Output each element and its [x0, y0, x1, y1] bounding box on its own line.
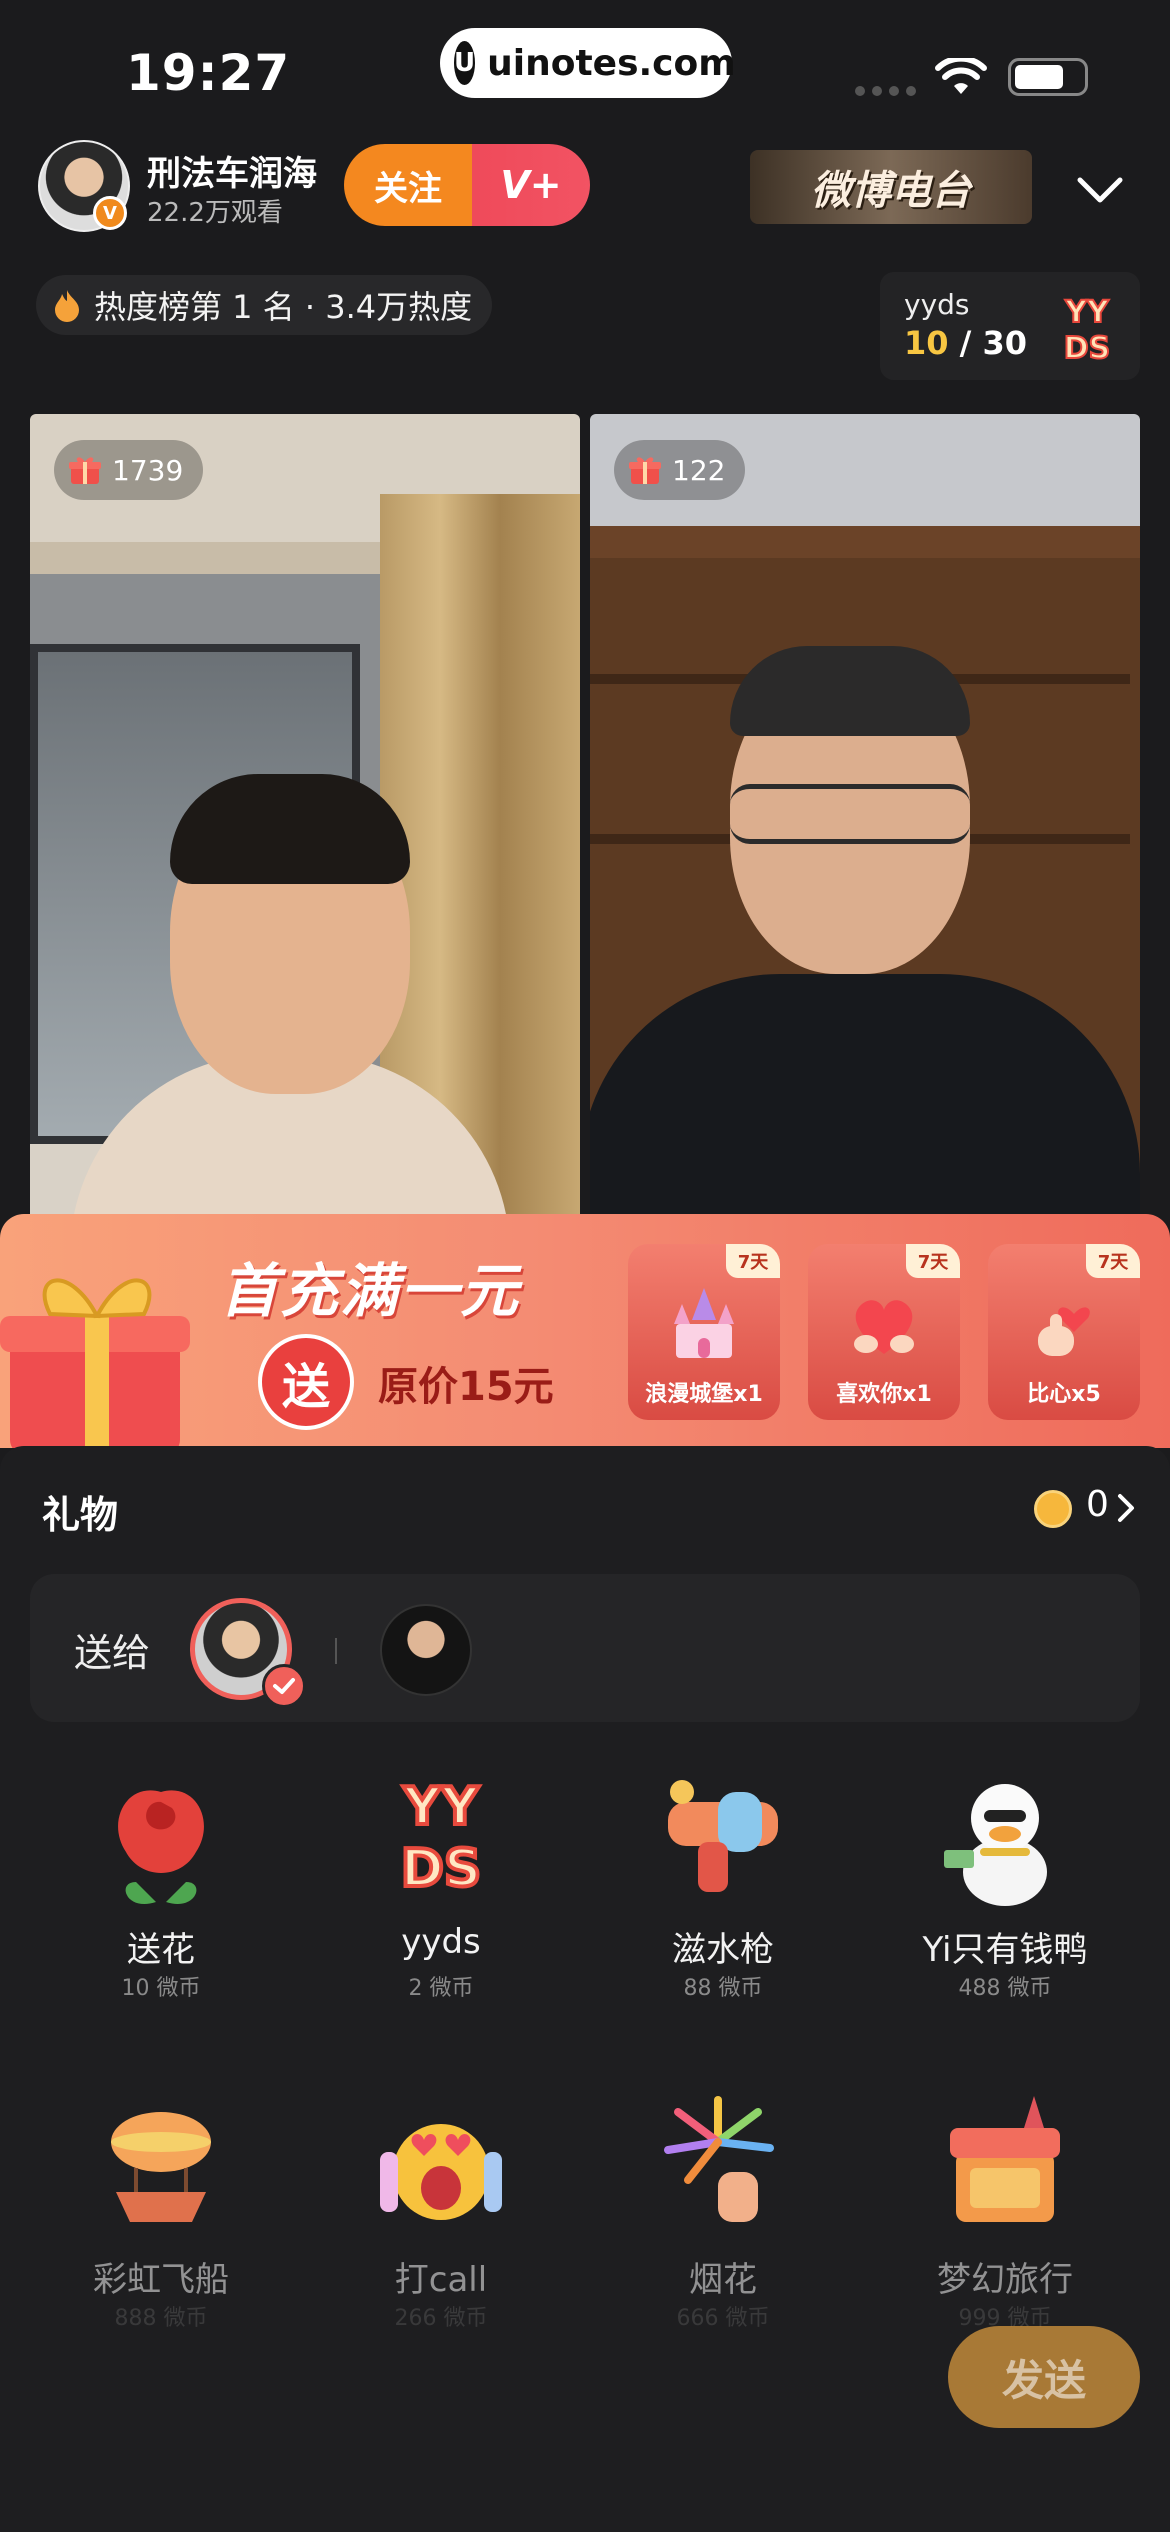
video-panel-guest[interactable]: 122 — [590, 414, 1140, 1214]
first-recharge-banner[interactable]: 首充满一元 送 原价15元 7天 浪漫城堡x1 7天 喜欢你x1 7天 比心x5 — [0, 1214, 1170, 1448]
chevron-down-icon[interactable] — [1072, 162, 1128, 218]
coin-icon — [1034, 1490, 1072, 1528]
reward-label: 浪漫城堡x1 — [645, 1382, 763, 1407]
weibo-radio-banner[interactable]: 微博电台 — [750, 150, 1032, 224]
yyds-task-box[interactable]: yyds 10 / 30 YY DS — [880, 272, 1140, 380]
svg-text:DS: DS — [1064, 331, 1111, 366]
battery-icon — [1008, 58, 1088, 96]
svg-text:DS: DS — [401, 1839, 482, 1899]
gift-count-badge: 122 — [614, 440, 746, 500]
watermark-logo-icon: U — [454, 41, 476, 85]
gift-price: 88 微币 — [683, 1976, 763, 2001]
yyds-title: yyds — [904, 288, 970, 321]
recipient-divider — [335, 1638, 337, 1664]
svg-text:YY: YY — [1064, 295, 1110, 330]
yyds-logo-icon: YY DS — [1063, 294, 1112, 367]
flame-icon — [55, 290, 79, 322]
reward-card-castle[interactable]: 7天 浪漫城堡x1 — [628, 1244, 780, 1420]
heart-hands-icon — [854, 1300, 914, 1354]
glasses — [730, 784, 970, 844]
gift-price: 2 微币 — [408, 1976, 474, 2001]
video-panel-host[interactable]: 1739 — [30, 414, 580, 1214]
finger-heart-icon — [1038, 1307, 1090, 1356]
follow-button[interactable]: 关注 — [344, 144, 472, 226]
gift-name: yyds — [401, 1922, 481, 1962]
viewer-count: 22.2万观看 — [147, 198, 283, 228]
travel-suitcase-icon — [950, 2096, 1060, 2222]
gift-item-rainbow-ship[interactable]: 彩虹飞船 888 微币 — [20, 2092, 302, 2392]
yyds-current: 10 — [904, 324, 949, 362]
cellular-signal-icon — [855, 86, 916, 96]
gift-item-yyds[interactable]: YY DS yyds 2 微币 — [300, 1762, 582, 2062]
gift-item-water-gun[interactable]: 滋水枪 88 微币 — [582, 1762, 864, 2062]
vplus-button[interactable]: V+ — [472, 144, 590, 226]
rich-duck-icon — [944, 1784, 1047, 1906]
gift-box-icon — [629, 457, 661, 484]
coin-balance[interactable]: 0 — [1086, 1484, 1109, 1525]
live-header: V 刑法车润海 22.2万观看 关注 V+ 微博电台 — [0, 140, 1170, 250]
gift-item-rich-duck[interactable]: Yi只有钱鸭 488 微币 — [864, 1762, 1146, 2062]
gift-name: 彩虹飞船 — [93, 2260, 229, 2300]
svg-text:YY: YY — [402, 1777, 480, 1837]
gift-name: 滋水枪 — [672, 1930, 774, 1970]
send-to-label: 送给 — [74, 1631, 151, 1675]
heat-rank-pill[interactable]: 热度榜第 1 名 · 3.4万热度 — [36, 275, 493, 335]
reward-label: 喜欢你x1 — [836, 1382, 932, 1407]
yyds-total: 30 — [982, 324, 1028, 362]
gift-price: 488 微币 — [958, 1976, 1052, 2001]
gift-price: 266 微币 — [394, 2306, 488, 2331]
send-button[interactable]: 发送 — [948, 2326, 1140, 2428]
watermark: U uinotes.com — [440, 28, 736, 98]
gift-price: 10 微币 — [121, 1976, 201, 2001]
guest-body — [590, 974, 1140, 1214]
host-name[interactable]: 刑法车润海 — [147, 146, 317, 195]
reward-days: 7天 — [1086, 1244, 1140, 1278]
gift-item-call[interactable]: 打call 266 微币 — [300, 2092, 582, 2392]
gift-item-fireworks[interactable]: 烟花 666 微币 — [582, 2092, 864, 2392]
gift-item-flower[interactable]: 送花 10 微币 — [20, 1762, 302, 2062]
gift-count-value: 1739 — [112, 453, 184, 487]
reward-days: 7天 — [726, 1244, 780, 1278]
recipient-selector: 送给 — [30, 1574, 1140, 1722]
watermark-text: uinotes.com — [487, 42, 736, 84]
gift-name: 送花 — [127, 1930, 195, 1970]
airship-icon — [111, 2112, 211, 2222]
check-icon — [262, 1664, 306, 1708]
wifi-icon — [935, 58, 987, 94]
gift-name: 打call — [394, 2260, 488, 2300]
promo-send-badge: 送 — [258, 1334, 354, 1430]
reward-days: 7天 — [906, 1244, 960, 1278]
gift-name: 梦幻旅行 — [937, 2260, 1073, 2300]
gift-box-icon — [69, 457, 101, 484]
follow-group: 关注 V+ — [344, 144, 590, 226]
reward-card-like-you[interactable]: 7天 喜欢你x1 — [808, 1244, 960, 1420]
recipient-avatar-guest[interactable] — [380, 1604, 472, 1696]
castle-icon — [674, 1288, 734, 1358]
gift-count-badge: 1739 — [54, 440, 204, 500]
rose-icon — [118, 1790, 204, 1905]
promo-original-price: 原价15元 — [378, 1364, 554, 1410]
status-bar: 19:27 U uinotes.com — [0, 0, 1170, 130]
yyds-badge-icon: YY DS — [399, 1775, 484, 1901]
chevron-right-icon[interactable] — [1112, 1488, 1140, 1528]
verified-badge-icon: V — [93, 196, 127, 230]
reward-card-finger-heart[interactable]: 7天 比心x5 — [988, 1244, 1140, 1420]
gift-panel-title: 礼物 — [42, 1493, 119, 1537]
gift-count-value: 122 — [672, 453, 726, 487]
yyds-separator: / — [959, 324, 972, 362]
cheering-emoji-icon — [380, 2124, 502, 2220]
promo-title: 首充满一元 — [220, 1257, 521, 1325]
water-gun-icon — [668, 1780, 778, 1892]
heat-rank-text: 热度榜第 1 名 · 3.4万热度 — [94, 288, 473, 326]
gift-price: 666 微币 — [676, 2306, 770, 2331]
status-time: 19:27 — [126, 44, 291, 102]
big-gift-box-icon — [0, 1278, 190, 1448]
fireworks-icon — [664, 2096, 774, 2222]
gift-name: 烟花 — [689, 2260, 757, 2300]
reward-label: 比心x5 — [1027, 1382, 1101, 1407]
gift-price: 888 微币 — [114, 2306, 208, 2331]
yyds-progress: 10 / 30 — [904, 324, 1027, 362]
gift-name: Yi只有钱鸭 — [922, 1930, 1088, 1970]
